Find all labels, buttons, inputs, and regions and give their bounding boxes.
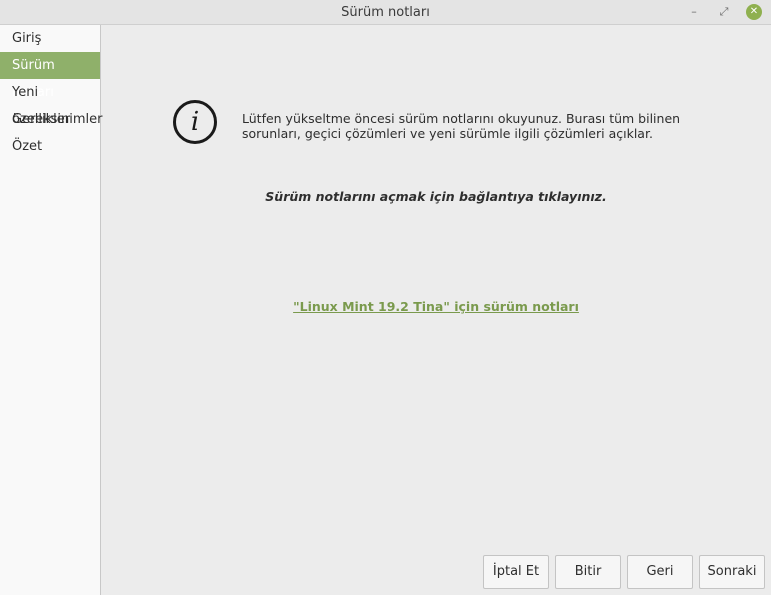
main-content: i Lütfen yükseltme öncesi sürüm notların… — [101, 25, 771, 595]
link-hint: Sürüm notlarını açmak için bağlantıya tı… — [265, 189, 607, 204]
release-notes-message: Lütfen yükseltme öncesi sürüm notlarını … — [242, 111, 681, 141]
link-wrapper: "Linux Mint 19.2 Tina" için sürüm notlar… — [223, 162, 649, 314]
sidebar-item-giris[interactable]: Giriş — [0, 25, 100, 52]
back-button[interactable]: Geri — [627, 555, 693, 589]
sidebar-item-gereksinimler[interactable]: Gereksinimler — [0, 106, 103, 133]
close-icon[interactable]: ✕ — [746, 4, 762, 20]
window-title: Sürüm notları — [341, 5, 430, 20]
next-button[interactable]: Sonraki — [699, 555, 765, 589]
sidebar-item-ozet[interactable]: Özet — [0, 133, 100, 160]
minimize-icon[interactable]: – — [686, 4, 702, 20]
maximize-icon[interactable]: ⤢ — [716, 4, 732, 20]
title-bar: Sürüm notları – ⤢ ✕ — [0, 0, 771, 25]
release-notes-link[interactable]: "Linux Mint 19.2 Tina" için sürüm notlar… — [223, 299, 649, 314]
sidebar: Giriş Sürüm notları Yeni özellikler Gere… — [0, 25, 103, 595]
info-icon: i — [173, 100, 217, 144]
finish-button[interactable]: Bitir — [555, 555, 621, 589]
cancel-button[interactable]: İptal Et — [483, 555, 549, 589]
sidebar-item-surum-notlari[interactable]: Sürüm notları — [0, 52, 100, 100]
